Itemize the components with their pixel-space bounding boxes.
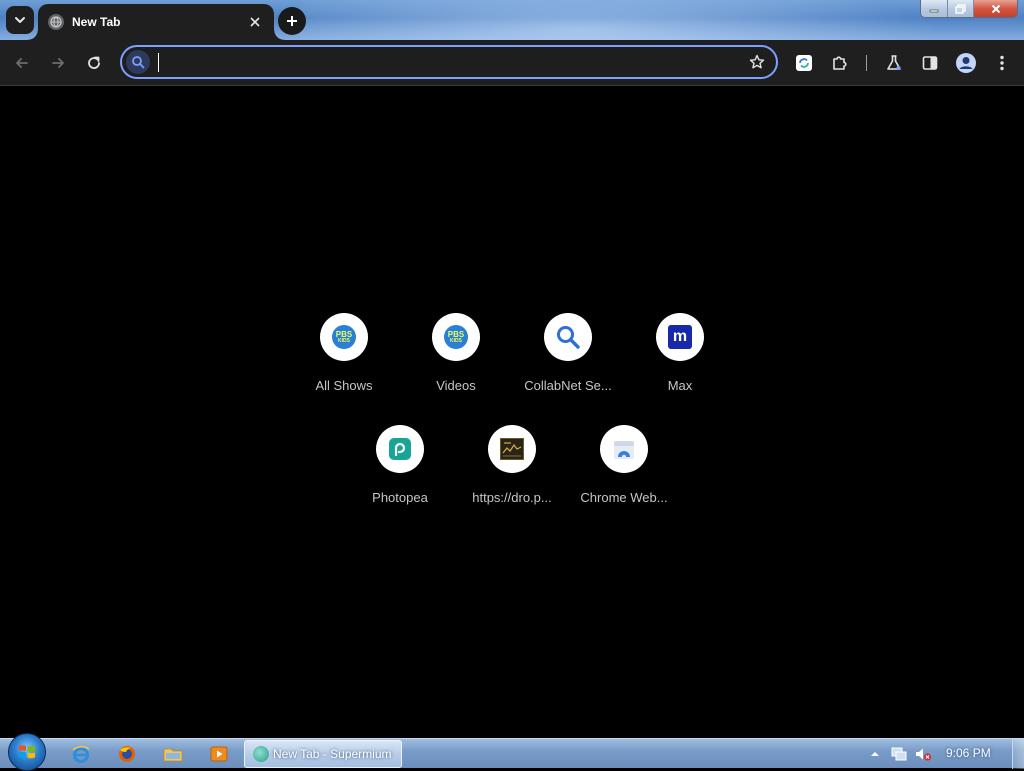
globe-icon	[48, 14, 64, 30]
taskbar-internet-explorer[interactable]	[68, 742, 94, 766]
shortcut-icon-container: m	[656, 313, 704, 361]
folder-icon	[163, 748, 183, 762]
shortcut-label: CollabNet Se...	[524, 378, 612, 393]
arrow-left-icon	[16, 58, 28, 68]
reload-icon	[88, 56, 100, 69]
account-icon	[956, 53, 976, 73]
tab-new-tab[interactable]: New Tab	[28, 4, 284, 40]
chevron-down-icon	[15, 17, 25, 23]
text-caret	[158, 53, 159, 72]
network-icon	[891, 747, 907, 761]
taskbar-file-explorer[interactable]	[160, 742, 186, 766]
close-window-button[interactable]	[973, 0, 1017, 17]
shortcut-label: Videos	[436, 378, 476, 393]
star-icon	[749, 54, 765, 69]
show-hidden-icons-button[interactable]	[866, 745, 884, 763]
taskbar-firefox[interactable]	[114, 742, 140, 766]
labs-button[interactable]	[880, 49, 908, 77]
shortcut-icon-container	[544, 313, 592, 361]
browser-menu-button[interactable]	[988, 49, 1016, 77]
close-icon	[991, 4, 1000, 14]
plus-icon	[287, 16, 297, 26]
taskbar: New Tab - Supermium 9:06 PM	[0, 733, 1024, 771]
shortcut-videos[interactable]: PBS KIDS Videos	[400, 311, 512, 423]
shortcut-icon-container	[376, 425, 424, 473]
new-tab-page: PBS KIDS All Shows PBS KIDS Videos Colla…	[0, 87, 1024, 738]
pbs-kids-icon: PBS KIDS	[444, 325, 468, 349]
shortcut-icon-container	[488, 425, 536, 473]
volume-muted-icon	[916, 748, 932, 761]
media-player-icon	[210, 746, 228, 762]
show-desktop-button[interactable]	[1012, 739, 1024, 769]
side-panel-button[interactable]	[916, 49, 944, 77]
internet-explorer-icon	[72, 745, 90, 763]
flask-icon	[887, 55, 901, 70]
forward-button[interactable]	[44, 49, 72, 77]
shortcut-icon-container: PBS KIDS	[432, 313, 480, 361]
shortcut-label: All Shows	[315, 378, 373, 393]
shortcut-label: https://dro.p...	[472, 490, 552, 505]
new-tab-button[interactable]	[278, 7, 306, 35]
toolbar-divider	[866, 55, 867, 71]
reload-button[interactable]	[80, 49, 108, 77]
taskbar-window-label: New Tab - Supermium	[273, 747, 392, 761]
shortcut-dro[interactable]: https://dro.p...	[456, 423, 568, 535]
tab-close-button[interactable]	[246, 13, 264, 31]
chrome-web-store-icon	[614, 441, 634, 460]
site-thumbnail-icon	[500, 438, 524, 460]
more-vertical-icon	[1000, 55, 1004, 71]
extensions-button[interactable]	[826, 49, 854, 77]
arrow-right-icon	[52, 58, 64, 68]
shortcut-chrome-web-store[interactable]: Chrome Web...	[568, 423, 680, 535]
puzzle-icon	[833, 56, 847, 70]
side-panel-icon	[922, 56, 938, 70]
shortcut-label: Max	[667, 378, 693, 393]
browser-toolbar	[0, 40, 1024, 86]
sync-extension-icon	[796, 55, 812, 71]
back-button[interactable]	[8, 49, 36, 77]
tray-volume[interactable]	[914, 745, 932, 763]
shortcut-icon-container: PBS KIDS	[320, 313, 368, 361]
browser-title-bar: New Tab	[0, 0, 1024, 40]
restore-button[interactable]	[947, 0, 973, 17]
tray-network[interactable]	[890, 745, 908, 763]
taskbar-window-supermium[interactable]: New Tab - Supermium	[244, 740, 402, 768]
taskbar-media-player[interactable]	[206, 742, 232, 766]
profile-button[interactable]	[952, 49, 980, 77]
taskbar-clock[interactable]: 9:06 PM	[946, 746, 991, 760]
close-icon	[250, 17, 260, 27]
windows-logo-icon	[19, 745, 35, 759]
shortcut-collabnet[interactable]: CollabNet Se...	[512, 311, 624, 423]
search-icon	[557, 326, 580, 349]
search-icon	[126, 50, 150, 74]
firefox-icon	[119, 746, 135, 762]
start-button[interactable]	[8, 733, 46, 771]
shortcut-label: Chrome Web...	[580, 490, 668, 505]
shortcut-all-shows[interactable]: PBS KIDS All Shows	[288, 311, 400, 423]
shortcut-icon-container	[600, 425, 648, 473]
address-input[interactable]	[156, 51, 736, 73]
minimize-icon	[929, 9, 939, 13]
bookmark-star-button[interactable]	[746, 51, 768, 73]
extension-sync-button[interactable]	[790, 49, 818, 77]
tab-title: New Tab	[72, 15, 121, 29]
chevron-up-icon	[871, 752, 879, 756]
address-bar[interactable]	[120, 45, 778, 79]
restore-icon	[955, 4, 966, 14]
window-controls	[920, 0, 1018, 18]
minimize-button[interactable]	[921, 0, 947, 17]
shortcut-max[interactable]: m Max	[624, 311, 736, 423]
supermium-icon	[253, 746, 269, 762]
shortcut-label: Photopea	[372, 490, 428, 505]
max-icon: m	[668, 325, 692, 349]
pbs-kids-icon: PBS KIDS	[332, 325, 356, 349]
photopea-icon	[389, 438, 411, 460]
shortcut-photopea[interactable]: Photopea	[344, 423, 456, 535]
